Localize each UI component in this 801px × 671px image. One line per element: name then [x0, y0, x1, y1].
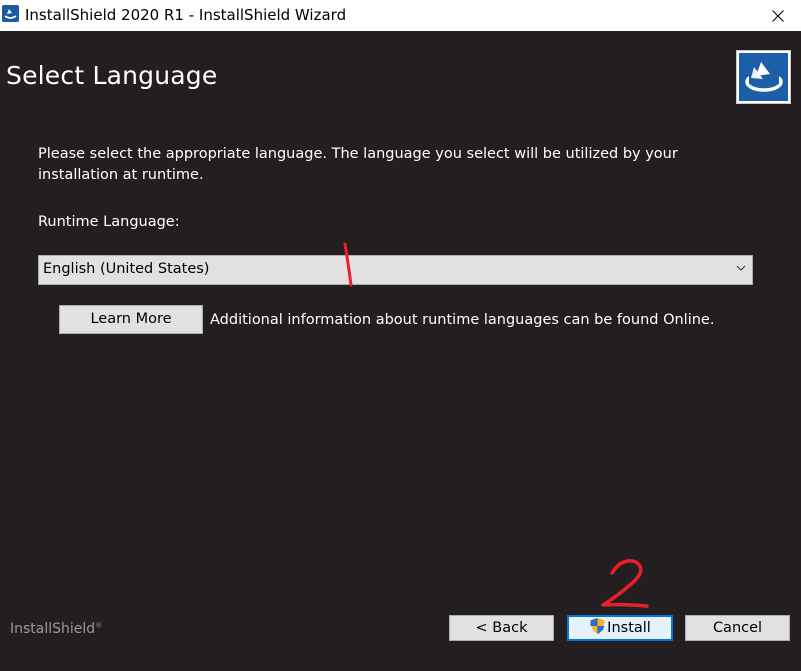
install-label: Install — [607, 620, 651, 636]
uac-shield-icon — [590, 618, 605, 634]
installshield-brand: InstallShield® — [10, 621, 103, 637]
back-button[interactable]: < Back — [449, 615, 554, 641]
install-button[interactable]: Install — [567, 615, 673, 641]
annotation-overlay — [343, 242, 649, 608]
annotation-step-1 — [343, 242, 353, 287]
cancel-button[interactable]: Cancel — [685, 615, 790, 641]
annotation-step-2 — [601, 559, 649, 608]
